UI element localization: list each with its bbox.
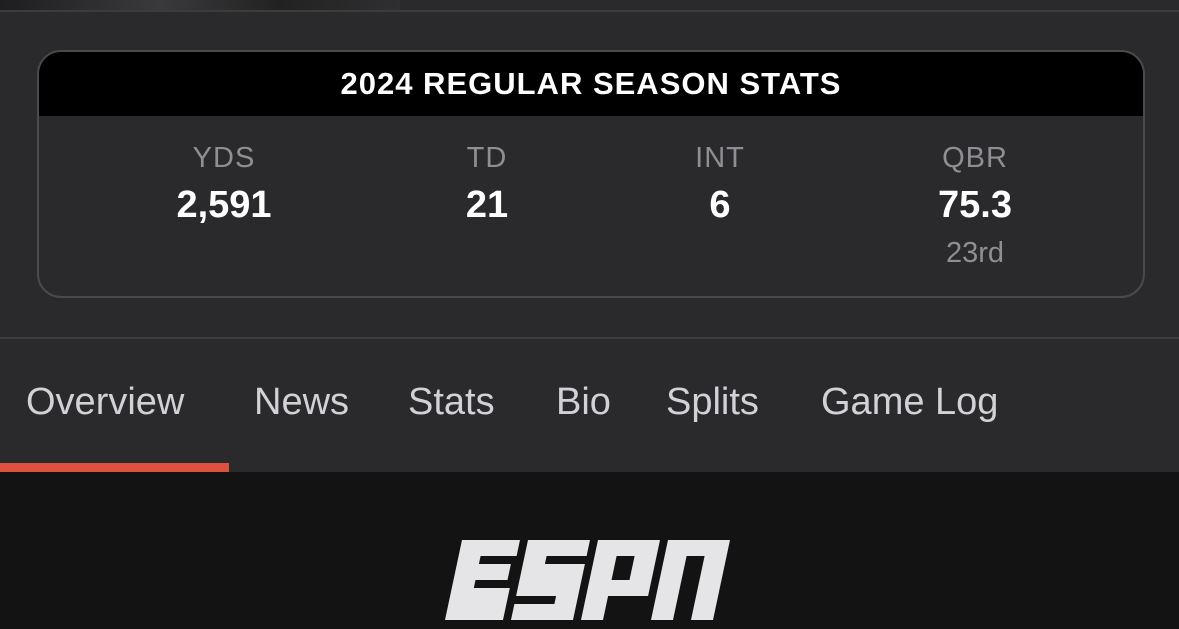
stat-int: INT 6 [610,136,830,230]
stat-qbr: QBR 75.3 23rd [865,136,1085,276]
stats-card-title: 2024 REGULAR SEASON STATS [39,52,1143,116]
stat-td: TD 21 [377,136,597,230]
stat-label: INT [695,142,745,174]
tab-stats[interactable]: Stats [408,381,495,424]
tab-news[interactable]: News [254,381,349,424]
footer [0,472,1179,629]
stat-rank: 23rd [945,237,1005,269]
tab-overview[interactable]: Overview [26,381,184,424]
player-photo [0,0,400,10]
stat-label: TD [466,142,508,174]
season-stats-card: 2024 REGULAR SEASON STATS YDS 2,591 TD 2… [37,50,1145,298]
stat-yds: YDS 2,591 [114,136,334,230]
stat-label: YDS [192,142,256,174]
stats-row: YDS 2,591 TD 21 INT 6 QBR 75.3 23rd [39,116,1143,296]
stat-value: 75.3 [938,184,1012,226]
player-tabs: Overview News Stats Bio Splits Game Log [0,339,1179,472]
stat-label: QBR [942,142,1008,174]
tab-game-log[interactable]: Game Log [821,381,998,424]
stat-value: 21 [465,184,509,226]
stat-value: 2,591 [176,184,272,226]
tab-splits[interactable]: Splits [666,381,759,424]
divider [0,10,1179,12]
active-tab-indicator [0,463,229,472]
espn-logo [444,540,730,620]
stat-value: 6 [709,184,731,226]
tab-bio[interactable]: Bio [556,381,611,424]
